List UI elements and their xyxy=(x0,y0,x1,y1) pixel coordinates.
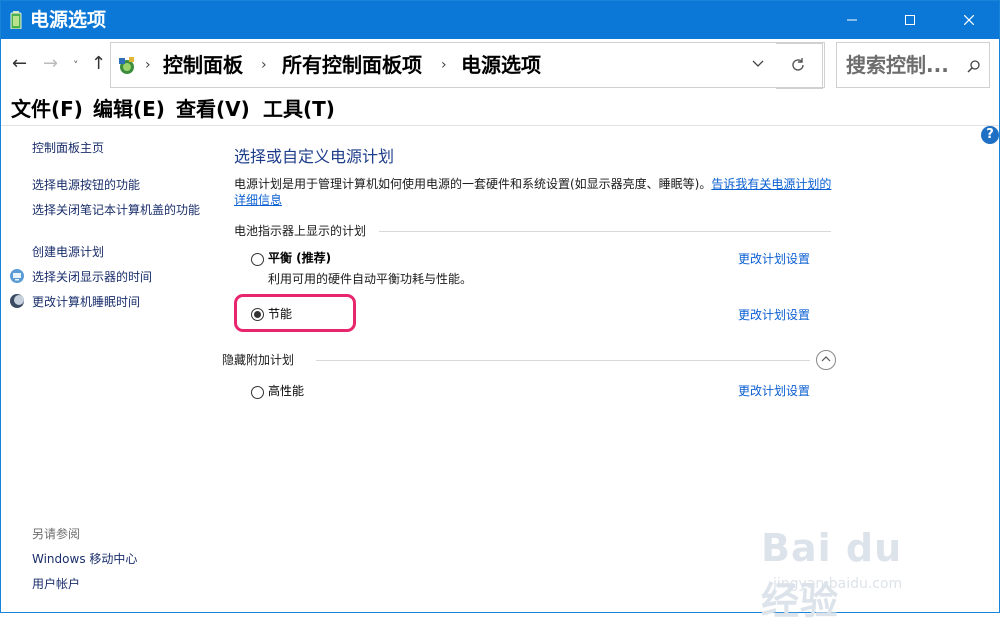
control-panel-icon xyxy=(119,57,134,74)
see-also-heading: 另请参阅 xyxy=(32,527,81,541)
breadcrumb-power-options[interactable]: 电源选项 xyxy=(461,52,541,78)
maximize-button[interactable] xyxy=(881,1,939,39)
minimize-icon xyxy=(847,19,857,21)
change-plan-settings-balanced[interactable]: 更改计划设置 xyxy=(738,251,810,267)
radio-high-performance[interactable] xyxy=(251,386,264,399)
menu-bar: 文件(F) 编辑(E) 查看(V) 工具(T) xyxy=(1,93,999,126)
menu-file[interactable]: 文件(F) xyxy=(11,96,83,122)
plan-balanced-description: 利用可用的硬件自动平衡功耗与性能。 xyxy=(268,272,473,286)
power-options-window: 电源选项 ← → ˅ ↑ › 控制面板 › 所有控制面板项 › 电源选项 搜索控… xyxy=(0,0,1000,623)
menu-edit[interactable]: 编辑(E) xyxy=(93,96,165,122)
windows-mobility-center-link[interactable]: Windows 移动中心 xyxy=(32,551,137,568)
menu-tools[interactable]: 工具(T) xyxy=(263,96,335,122)
sleep-time-link[interactable]: 更改计算机睡眠时间 xyxy=(32,294,140,311)
address-bar[interactable]: › 控制面板 › 所有控制面板项 › 电源选项 xyxy=(110,42,825,88)
watermark-url: jingyan.baidu.com xyxy=(773,576,903,592)
description-text: 电源计划是用于管理计算机如何使用电源的一套硬件和系统设置(如显示器亮度、睡眠等)… xyxy=(234,177,712,191)
page-title: 选择或自定义电源计划 xyxy=(234,147,395,166)
search-box[interactable]: 搜索控制... xyxy=(836,42,990,88)
search-input[interactable]: 搜索控制... xyxy=(846,52,949,78)
user-accounts-link[interactable]: 用户帐户 xyxy=(32,576,80,593)
plan-balanced-name[interactable]: 平衡 (推荐) xyxy=(268,250,331,266)
refresh-button[interactable] xyxy=(776,43,823,89)
minimize-button[interactable] xyxy=(823,1,881,39)
close-icon xyxy=(964,15,974,25)
plan-power-saver-name[interactable]: 节能 xyxy=(268,306,292,322)
battery-icon xyxy=(10,11,22,29)
collapse-hidden-plans-button[interactable] xyxy=(816,350,836,370)
breadcrumb-separator[interactable]: › xyxy=(441,57,447,73)
power-button-function-link[interactable]: 选择电源按钮的功能 xyxy=(32,177,140,194)
chevron-down-icon[interactable] xyxy=(752,60,764,68)
page-description: 电源计划是用于管理计算机如何使用电源的一套硬件和系统设置(如显示器亮度、睡眠等)… xyxy=(234,176,834,208)
window-title: 电源选项 xyxy=(30,9,107,31)
title-bar[interactable]: 电源选项 xyxy=(1,1,999,39)
recent-locations-dropdown[interactable]: ˅ xyxy=(73,57,79,75)
plan-high-performance-name[interactable]: 高性能 xyxy=(268,383,304,399)
search-icon[interactable] xyxy=(967,59,981,73)
display-off-time-link[interactable]: 选择关闭显示器的时间 xyxy=(32,269,152,286)
breadcrumb-all-items[interactable]: 所有控制面板项 xyxy=(282,52,422,78)
menu-view[interactable]: 查看(V) xyxy=(176,96,250,122)
forward-button[interactable]: → xyxy=(43,55,58,73)
radio-balanced[interactable] xyxy=(251,253,264,266)
control-panel-home-link[interactable]: 控制面板主页 xyxy=(32,140,104,157)
up-button[interactable]: ↑ xyxy=(91,55,106,73)
display-icon xyxy=(10,269,24,283)
breadcrumb-separator[interactable]: › xyxy=(261,57,267,73)
help-icon[interactable]: ? xyxy=(981,126,999,144)
lid-close-function-link[interactable]: 选择关闭笔记本计算机盖的功能 xyxy=(32,202,202,219)
maximize-icon xyxy=(905,15,915,25)
navigation-bar: ← → ˅ ↑ › 控制面板 › 所有控制面板项 › 电源选项 搜索控制... xyxy=(1,39,999,91)
breadcrumb-control-panel[interactable]: 控制面板 xyxy=(163,52,243,78)
chevron-up-icon xyxy=(821,356,831,362)
close-button[interactable] xyxy=(940,1,998,39)
back-button[interactable]: ← xyxy=(12,55,27,73)
refresh-icon xyxy=(792,58,804,71)
create-power-plan-link[interactable]: 创建电源计划 xyxy=(32,244,104,261)
section-divider xyxy=(316,360,810,361)
change-plan-settings-high-performance[interactable]: 更改计划设置 xyxy=(738,383,810,399)
baidu-watermark: Bai du 经验 jingyan.baidu.com xyxy=(761,506,951,623)
moon-icon xyxy=(10,294,24,308)
left-pane: 控制面板主页 选择电源按钮的功能 选择关闭笔记本计算机盖的功能 创建电源计划 选… xyxy=(1,126,216,612)
section-divider xyxy=(379,231,831,232)
battery-section-label: 电池指示器上显示的计划 xyxy=(234,224,367,238)
radio-power-saver[interactable] xyxy=(251,308,264,321)
breadcrumb-separator[interactable]: › xyxy=(145,57,151,73)
change-plan-settings-power-saver[interactable]: 更改计划设置 xyxy=(738,307,810,323)
hidden-plans-section-label: 隐藏附加计划 xyxy=(222,353,295,367)
